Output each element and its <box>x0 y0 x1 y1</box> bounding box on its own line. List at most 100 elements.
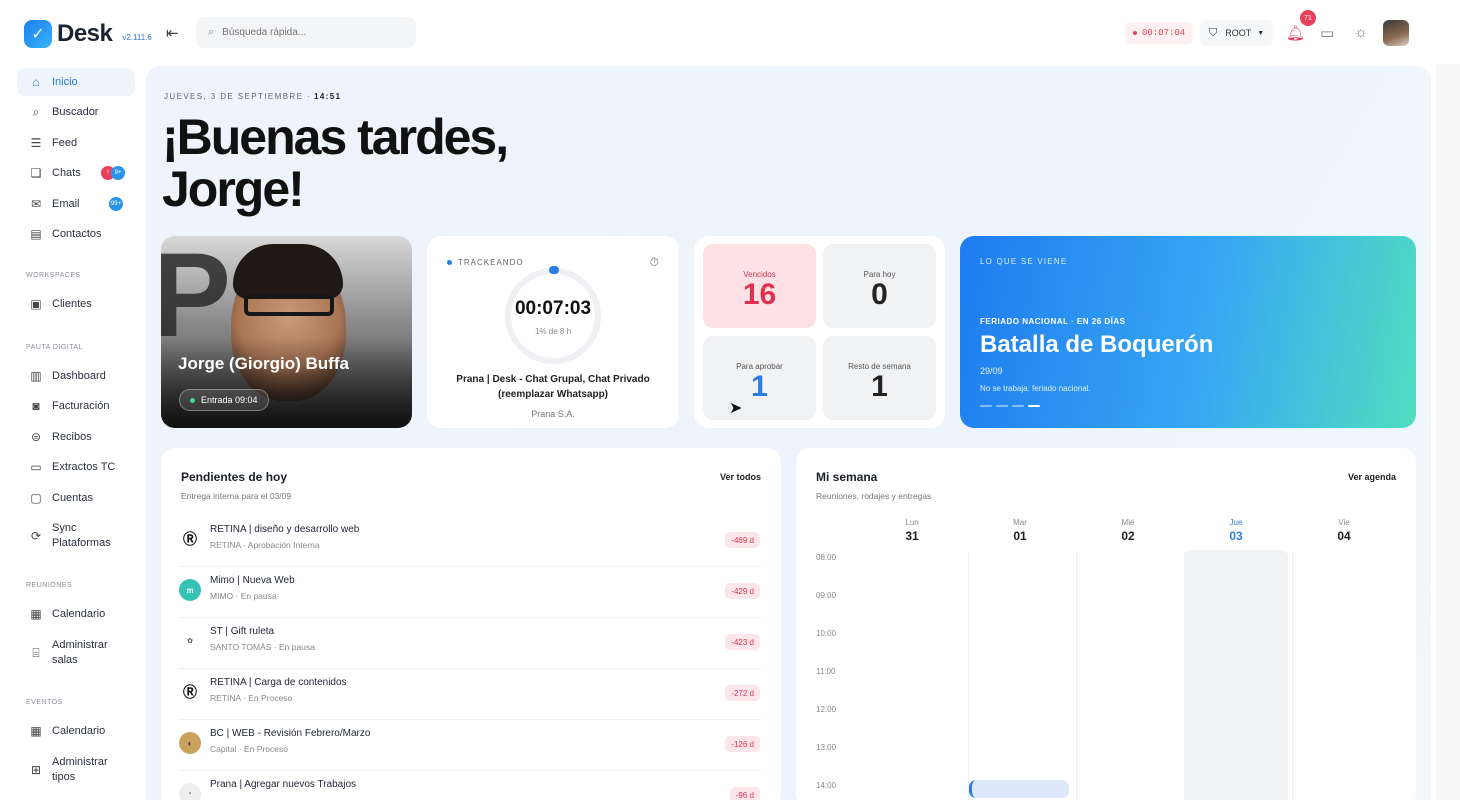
pending-row[interactable]: Ⓡ RETINA | Carga de contenidos RETINA · … <box>179 669 762 720</box>
tracking-task[interactable]: Prana | Desk - Chat Grupal, Chat Privado… <box>447 372 659 402</box>
sidebar-item-sync[interactable]: ⟳ Sync Plataformas <box>17 519 135 553</box>
profile-name: Jorge (Giorgio) Buffa <box>178 354 349 373</box>
sidebar-item-salas[interactable]: ⌸ Administrar salas <box>17 636 135 670</box>
collapse-sidebar-icon[interactable]: ⇤ <box>166 24 179 42</box>
upcoming-card[interactable]: LO QUE SE VIENE FERIADO NACIONAL · EN 26… <box>960 236 1416 428</box>
upcoming-note: No se trabaja: feriado nacional. <box>980 384 1091 393</box>
app-version: v2.111.6 <box>122 32 152 42</box>
sidebar-item-inicio[interactable]: ⌂ Inicio <box>17 68 135 96</box>
tracking-dot-icon <box>447 260 452 265</box>
carousel-dot[interactable] <box>1012 405 1024 407</box>
sidebar-item-label: Chats <box>52 167 81 179</box>
day-name: Lun <box>905 518 919 527</box>
capital-logo: ◐ <box>179 732 201 754</box>
stat-para-hoy[interactable]: Para hoy 0 <box>823 244 936 328</box>
calendar-event[interactable] <box>969 780 1069 798</box>
sidebar-item-dashboard[interactable]: ▥ Dashboard <box>17 362 135 390</box>
sidebar-item-calendario-reuniones[interactable]: ▦ Calendario <box>17 600 135 628</box>
upcoming-label: LO QUE SE VIENE <box>980 257 1068 266</box>
sidebar-item-label: Inicio <box>52 76 78 88</box>
overdue-badge: -469 d <box>725 532 760 548</box>
sidebar-item-chats[interactable]: ❏ Chats ! 9+ <box>17 159 135 187</box>
overdue-badge: -429 d <box>725 583 760 599</box>
overdue-badge: -272 d <box>725 685 760 701</box>
day-name: Mar <box>1013 518 1027 527</box>
day-header-vie[interactable]: Vie 04 <box>1290 518 1398 543</box>
sidebar-item-contactos[interactable]: ▤ Contactos <box>17 220 135 248</box>
pending-row[interactable]: Ⓡ RETINA | diseño y desarrollo web RETIN… <box>179 516 762 567</box>
carousel-dots[interactable] <box>980 405 1044 407</box>
profile-photo-glasses <box>244 294 334 316</box>
rooms-icon: ⌸ <box>32 645 40 660</box>
pending-row[interactable]: m Mimo | Nueva Web MIMO · En pausa -429 … <box>179 567 762 618</box>
pending-panel: Pendientes de hoy Entrega interna para e… <box>161 448 781 800</box>
stat-para-aprobar[interactable]: Para aprobar 1 <box>703 336 816 420</box>
retina-logo: Ⓡ <box>179 528 201 550</box>
quick-search[interactable]: ⌕ <box>196 17 416 48</box>
profile-card[interactable]: Pra Jorge (Giorgio) Buffa Entrada 09:04 <box>161 236 412 428</box>
pending-row-title: Prana | Agregar nuevos Trabajos <box>210 779 357 790</box>
carousel-dot-active[interactable] <box>1028 405 1040 407</box>
stopwatch-icon[interactable]: ⏱︎ <box>650 255 659 270</box>
sidebar-item-buscador[interactable]: ⌕ Buscador <box>17 98 135 126</box>
carousel-dot[interactable] <box>996 405 1008 407</box>
messages-icon[interactable]: ▭ <box>1320 24 1334 42</box>
chart-icon: ▥ <box>30 369 42 383</box>
see-agenda-link[interactable]: Ver agenda <box>1348 472 1396 482</box>
grid-icon: ⊞ <box>30 762 42 777</box>
pending-row-sub: RETINA · Aprobación Interna <box>210 540 320 550</box>
sidebar-item-tipos[interactable]: ⊞ Administrar tipos <box>17 753 135 787</box>
sidebar-item-label: Feed <box>52 137 78 149</box>
pending-row[interactable]: ✿ ST | Gift ruleta SANTO TOMÁS · En paus… <box>179 618 762 669</box>
hour-label: 11:00 <box>816 667 836 676</box>
day-header-mie[interactable]: Mié 02 <box>1074 518 1182 543</box>
carousel-dot[interactable] <box>980 405 992 407</box>
sidebar-item-facturacion[interactable]: ◙ Facturación <box>17 392 135 420</box>
mail-icon: ✉ <box>30 197 42 211</box>
sidebar-item-clientes[interactable]: ▣ Clientes <box>17 290 135 318</box>
see-all-link[interactable]: Ver todos <box>720 472 761 482</box>
sidebar-item-recibos[interactable]: ⊜ Recibos <box>17 423 135 451</box>
pending-row-title: RETINA | Carga de contenidos <box>210 677 347 688</box>
day-header-mar[interactable]: Mar 01 <box>966 518 1074 543</box>
day-number: 03 <box>1229 529 1243 543</box>
week-subtitle: Reuniones, rodajes y entregas <box>816 491 932 501</box>
day-divider <box>1076 552 1077 800</box>
invoice-icon: ◙ <box>32 399 40 413</box>
sidebar-item-extractos[interactable]: ▭ Extractos TC <box>17 453 135 481</box>
day-header-lun[interactable]: Lun 31 <box>858 518 966 543</box>
day-header-jue[interactable]: Jue 03 <box>1182 518 1290 543</box>
sidebar-item-calendario-eventos[interactable]: ▦ Calendario <box>17 717 135 745</box>
sidebar-item-feed[interactable]: ☰ Feed <box>17 129 135 157</box>
stat-vencidos[interactable]: Vencidos 16 <box>703 244 816 328</box>
tracking-client: Prana S.A. <box>531 409 575 419</box>
sidebar-item-label: Calendario <box>52 608 106 620</box>
pending-row[interactable]: • Prana | Agregar nuevos Trabajos -96 d <box>179 771 762 800</box>
active-timer: 00:07:04 <box>1142 28 1186 38</box>
section-pauta-digital: PAUTA DIGITAL <box>26 344 84 351</box>
sidebar-item-email[interactable]: ✉ Email 99+ <box>17 190 135 218</box>
role-selector[interactable]: ⛉ ROOT ▼ <box>1200 20 1274 46</box>
profile-photo-hair <box>233 244 343 299</box>
overdue-badge: -423 d <box>725 634 760 650</box>
stat-resto-semana[interactable]: Resto de semana 1 <box>823 336 936 420</box>
receipt-icon: ⊜ <box>30 430 42 444</box>
sidebar-item-cuentas[interactable]: ▢ Cuentas <box>17 484 135 512</box>
app-logo[interactable]: ✓ Desk v2.111.6 <box>24 20 152 48</box>
app-name: Desk <box>57 20 113 47</box>
bell-icon[interactable]: 🔔︎ <box>1286 24 1305 42</box>
sidebar-item-label: Facturación <box>52 400 110 412</box>
contacts-icon: ▤ <box>30 227 42 241</box>
sidebar-item-label: Email <box>52 198 80 210</box>
pending-row[interactable]: ◐ BC | WEB - Revisión Febrero/Marzo Capi… <box>179 720 762 771</box>
scrollbar-track[interactable] <box>1436 64 1460 800</box>
tracking-card[interactable]: TRACKEANDO ⏱︎ 00:07:03 1% de 8 h Prana |… <box>427 236 679 428</box>
section-eventos: EVENTOS <box>26 699 63 706</box>
mimo-logo: m <box>179 579 201 601</box>
day-name: Vie <box>1338 518 1350 527</box>
user-avatar[interactable] <box>1383 20 1409 46</box>
search-input[interactable] <box>222 27 403 38</box>
sun-icon[interactable]: ☼ <box>1354 24 1368 41</box>
overdue-badge: -126 d <box>725 736 760 752</box>
active-timer-chip[interactable]: 00:07:04 <box>1125 22 1194 44</box>
